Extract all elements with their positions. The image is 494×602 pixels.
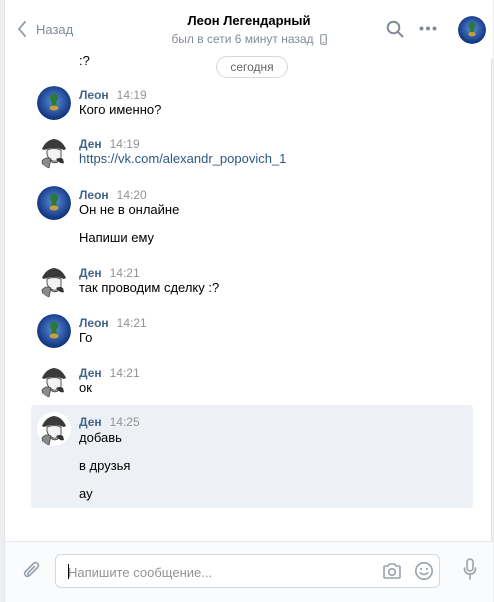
message-text: Напиши ему xyxy=(79,230,155,245)
message-text: так проводим сделку :? xyxy=(79,280,220,295)
author-avatar[interactable] xyxy=(37,314,71,348)
detective-avatar-image xyxy=(37,135,71,169)
message-author[interactable]: Леон xyxy=(79,316,109,330)
detective-avatar-image xyxy=(37,412,71,446)
author-avatar[interactable] xyxy=(37,86,71,120)
message-item[interactable]: Леон 14:19 Кого именно? xyxy=(31,84,473,124)
message-author[interactable]: Леон xyxy=(79,88,109,102)
author-avatar[interactable] xyxy=(37,364,71,398)
message-text: Он не в онлайне xyxy=(79,202,180,217)
message-text: ок xyxy=(79,380,92,395)
message-time[interactable]: 14:21 xyxy=(110,366,140,380)
message-link[interactable]: https://vk.com/alexandr_popovich_1 xyxy=(79,151,286,167)
message-time[interactable]: 14:21 xyxy=(117,316,147,330)
message-author[interactable]: Ден xyxy=(79,266,102,280)
detective-avatar-image xyxy=(37,264,71,298)
camera-icon[interactable] xyxy=(382,562,402,580)
previous-message-text: :? xyxy=(79,53,90,68)
message-author[interactable]: Леон xyxy=(79,188,109,202)
paperclip-icon[interactable] xyxy=(22,560,42,582)
message-time[interactable]: 14:25 xyxy=(110,415,140,429)
author-avatar[interactable] xyxy=(37,135,71,169)
author-avatar[interactable] xyxy=(37,412,71,446)
message-text: добавь xyxy=(79,430,122,445)
text-caret xyxy=(68,564,69,579)
message-text: Го xyxy=(79,330,93,345)
message-time[interactable]: 14:20 xyxy=(117,188,147,202)
smile-icon[interactable] xyxy=(414,561,434,581)
detective-avatar-image xyxy=(37,364,71,398)
message-text: в друзья xyxy=(79,458,131,473)
message-item[interactable]: Ден 14:21 ок xyxy=(31,362,473,402)
message-time[interactable]: 14:19 xyxy=(110,137,140,151)
message-time[interactable]: 14:19 xyxy=(117,88,147,102)
author-avatar[interactable] xyxy=(37,264,71,298)
message-author[interactable]: Ден xyxy=(79,366,102,380)
message-input[interactable] xyxy=(68,563,368,581)
author-avatar-image xyxy=(37,314,71,348)
date-separator: сегодня xyxy=(216,56,288,78)
message-item[interactable]: Леон 14:21 Го xyxy=(31,312,473,352)
author-avatar[interactable] xyxy=(37,186,71,220)
message-composer xyxy=(5,541,493,602)
author-avatar-image xyxy=(37,186,71,220)
message-item-selected[interactable]: Ден 14:25 добавь в друзья ау xyxy=(31,405,473,508)
message-list[interactable]: :? сегодня Леон 14:19 Кого именно? Ден 1… xyxy=(5,0,493,540)
message-author[interactable]: Ден xyxy=(79,415,102,429)
author-avatar-image xyxy=(37,86,71,120)
message-item[interactable]: Ден 14:19 https://vk.com/alexandr_popovi… xyxy=(31,133,473,173)
message-item[interactable]: Леон 14:20 Он не в онлайне Напиши ему xyxy=(31,184,473,250)
microphone-icon[interactable] xyxy=(463,558,477,580)
message-text: Кого именно? xyxy=(79,102,162,117)
message-input-box[interactable] xyxy=(55,554,440,588)
chat-window: Назад Леон Легендарный был в сети 6 мину… xyxy=(4,0,493,602)
message-text: ау xyxy=(79,486,93,501)
message-author[interactable]: Ден xyxy=(79,137,102,151)
message-time[interactable]: 14:21 xyxy=(110,266,140,280)
message-item[interactable]: Ден 14:21 так проводим сделку :? xyxy=(31,262,473,302)
